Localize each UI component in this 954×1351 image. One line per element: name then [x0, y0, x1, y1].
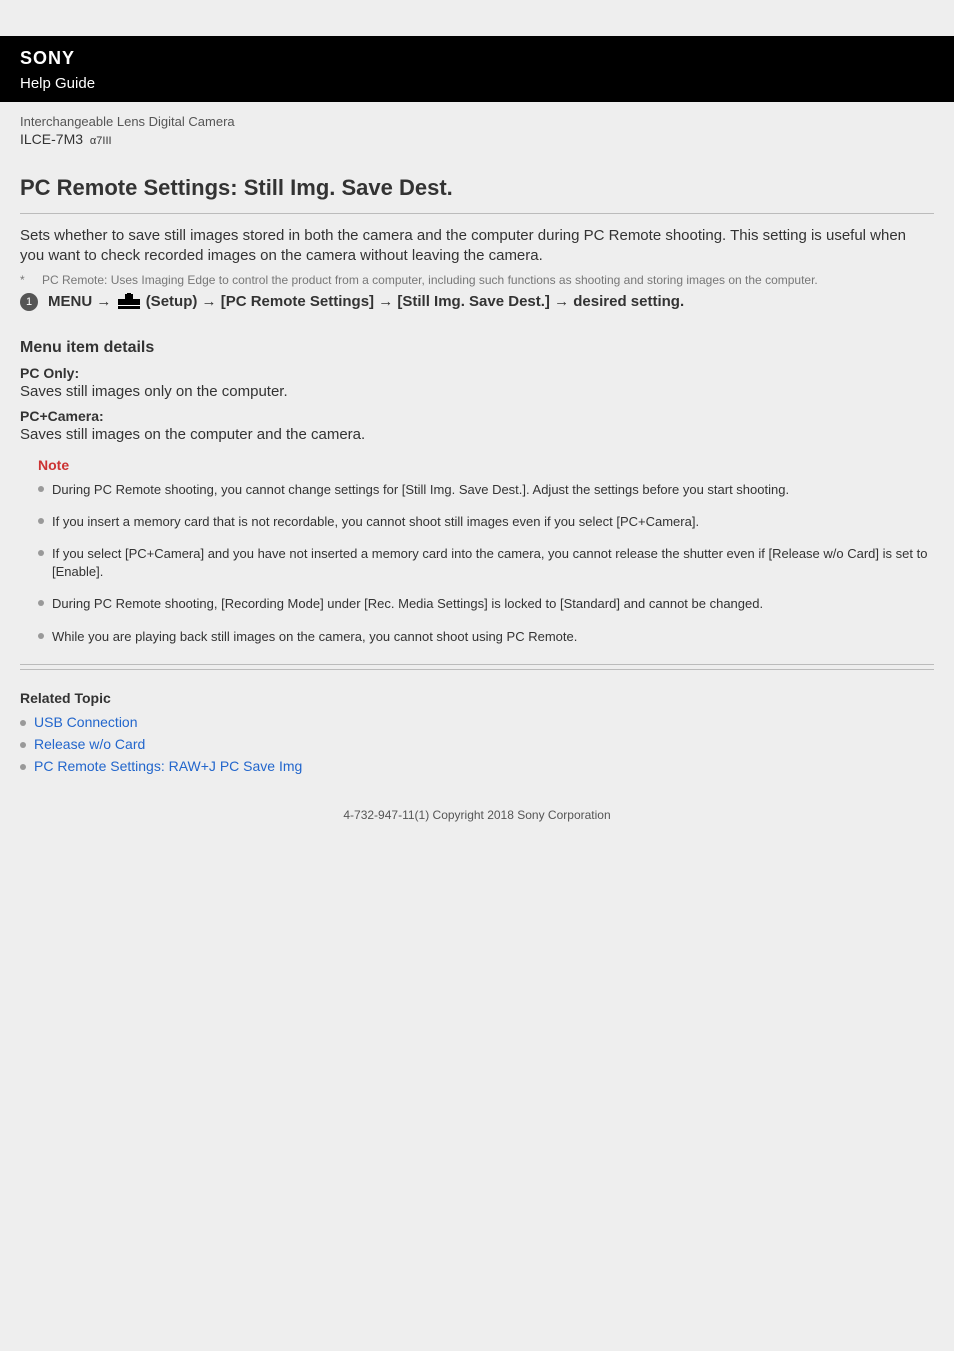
item-label-pc-camera: PC+Camera: [20, 408, 934, 424]
note-block: Note During PC Remote shooting, you cann… [20, 457, 934, 646]
item-label-pc-only: PC Only: [20, 365, 934, 381]
note-list: During PC Remote shooting, you cannot ch… [38, 481, 934, 646]
product-model: ILCE-7M3 α7III [20, 131, 934, 147]
section-separator [20, 669, 934, 670]
intro-text: Sets whether to save still images stored… [20, 226, 934, 267]
related-link-rawj-pc-save[interactable]: PC Remote Settings: RAW+J PC Save Img [34, 758, 302, 774]
model-code: ILCE-7M3 [20, 131, 83, 147]
menu-item-details-heading: Menu item details [20, 339, 934, 357]
title-separator [20, 213, 934, 214]
header-band: SONY Help Guide [0, 36, 954, 102]
related-link-usb-connection[interactable]: USB Connection [34, 714, 138, 730]
product-category: Interchangeable Lens Digital Camera [20, 114, 934, 129]
copyright: 4-732-947-11(1) Copyright 2018 Sony Corp… [20, 798, 934, 848]
note-item: If you insert a memory card that is not … [38, 513, 934, 531]
footnote-text: PC Remote: Uses Imaging Edge to control … [42, 273, 818, 289]
related-list: USB Connection Release w/o Card PC Remot… [20, 714, 934, 774]
page-title: PC Remote Settings: Still Img. Save Dest… [20, 175, 934, 201]
step-menu: MENU [48, 293, 92, 310]
footnote: * PC Remote: Uses Imaging Edge to contro… [20, 273, 934, 289]
item-desc-pc-camera: Saves still images on the computer and t… [20, 426, 934, 443]
setup-icon [118, 293, 140, 315]
step-row: 1 MENU → (Setup) → [PC Remote Set [20, 292, 934, 315]
note-item: During PC Remote shooting, [Recording Mo… [38, 595, 934, 613]
step-arrow-1: → [96, 293, 111, 310]
note-item: During PC Remote shooting, you cannot ch… [38, 481, 934, 499]
model-sub: α7III [90, 135, 112, 147]
step-setup: (Setup) [146, 293, 198, 310]
footnote-mark: * [20, 273, 42, 289]
note-item: If you select [PC+Camera] and you have n… [38, 545, 934, 581]
help-guide-label: Help Guide [20, 75, 934, 92]
related-link-release-wo-card[interactable]: Release w/o Card [34, 736, 145, 752]
step-badge: 1 [20, 293, 38, 311]
related-topic-heading: Related Topic [20, 690, 934, 706]
section-separator [20, 664, 934, 665]
note-title: Note [38, 457, 934, 473]
note-item: While you are playing back still images … [38, 628, 934, 646]
related-item: Release w/o Card [20, 736, 934, 752]
step-text: MENU → (Setup) → [PC Remote Settings] → … [48, 292, 684, 315]
step-arrow-2: → [202, 293, 217, 310]
brand-logo: SONY [20, 48, 934, 69]
step-path: [PC Remote Settings] → [Still Img. Save … [221, 293, 684, 310]
related-item: PC Remote Settings: RAW+J PC Save Img [20, 758, 934, 774]
related-item: USB Connection [20, 714, 934, 730]
item-desc-pc-only: Saves still images only on the computer. [20, 383, 934, 400]
